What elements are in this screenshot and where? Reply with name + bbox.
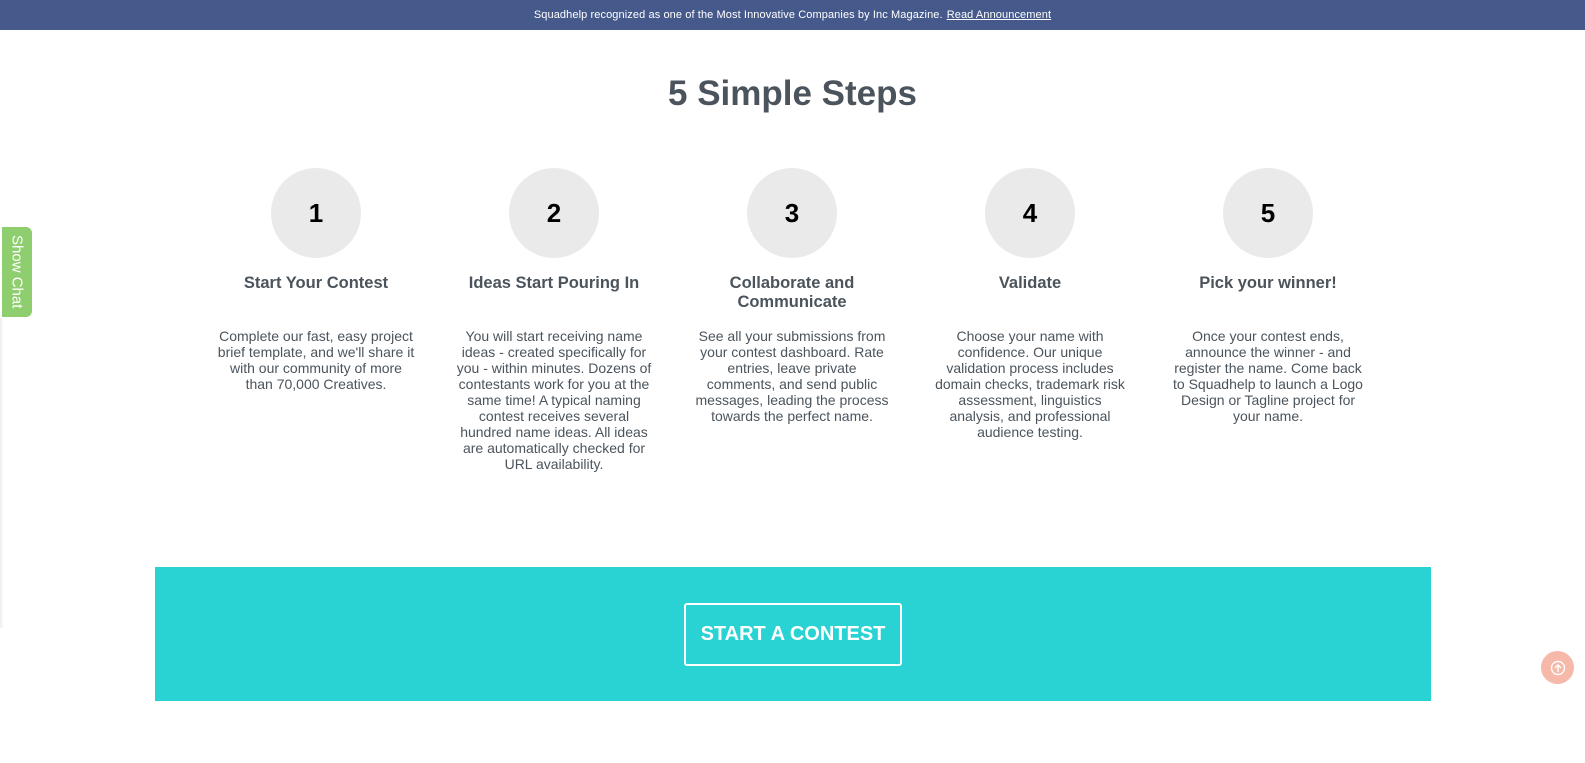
show-chat-tab[interactable]: Show Chat — [2, 227, 32, 317]
step-description: See all your submissions from your conte… — [695, 328, 889, 424]
step-number: 3 — [747, 168, 837, 258]
step-description: Complete our fast, easy project brief te… — [217, 328, 415, 392]
chat-panel-edge — [0, 318, 4, 628]
step-title: Validate — [998, 274, 1062, 292]
step-4: 4 Validate Choose your name with confide… — [930, 168, 1130, 440]
step-3: 3 Collaborate and Communicate See all yo… — [692, 168, 892, 424]
read-announcement-link[interactable]: Read Announcement — [947, 9, 1051, 21]
steps-list: 1 Start Your Contest Complete our fast, … — [0, 168, 1585, 498]
step-title: Collaborate and Communicate — [729, 274, 855, 311]
step-title: Start Your Contest — [243, 274, 389, 292]
show-chat-label: Show Chat — [8, 235, 26, 309]
announcement-text: Squadhelp recognized as one of the Most … — [533, 9, 943, 21]
step-description: Choose your name with confidence. Our un… — [935, 328, 1125, 440]
step-description: You will start receiving name ideas - cr… — [456, 328, 652, 472]
step-description: Once your contest ends, announce the win… — [1173, 328, 1363, 424]
announcement-bar: Squadhelp recognized as one of the Most … — [0, 0, 1585, 30]
step-1: 1 Start Your Contest Complete our fast, … — [216, 168, 416, 392]
scroll-to-top-button[interactable] — [1541, 651, 1574, 684]
step-title: Pick your winner! — [1199, 274, 1337, 292]
step-5: 5 Pick your winner! Once your contest en… — [1168, 168, 1368, 424]
step-number: 2 — [509, 168, 599, 258]
step-number: 1 — [271, 168, 361, 258]
step-title: Ideas Start Pouring In — [468, 274, 640, 292]
page-title: 5 Simple Steps — [668, 74, 917, 113]
step-number: 4 — [985, 168, 1075, 258]
arrow-up-circle-icon — [1550, 660, 1565, 675]
start-contest-button[interactable]: START A CONTEST — [684, 602, 902, 666]
step-2: 2 Ideas Start Pouring In You will start … — [454, 168, 654, 472]
step-number: 5 — [1223, 168, 1313, 258]
cta-band: START A CONTEST — [155, 567, 1431, 701]
